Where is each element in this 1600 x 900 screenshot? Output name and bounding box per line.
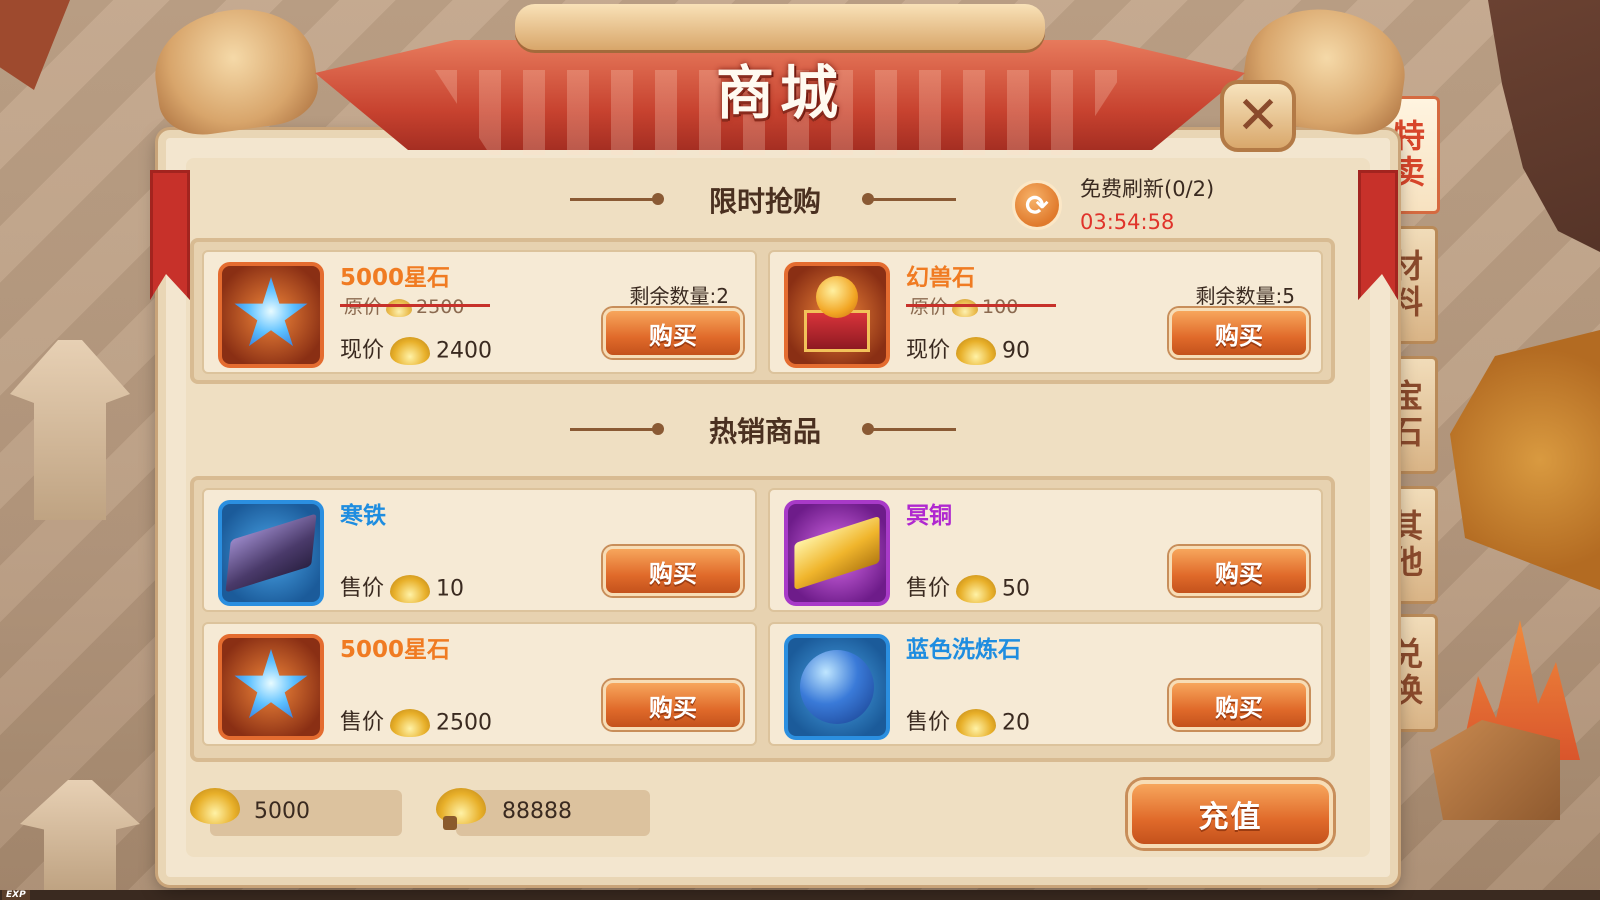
background-stone-lantern-2 [20,780,140,890]
buy-button[interactable]: 购买 [1169,546,1309,596]
refresh-icon[interactable]: ⟳ [1012,180,1062,230]
original-price-label: 原价 [910,296,949,318]
flash-sale-card: 5000星石 原价 2500 现价 2400 剩余数量:2 购买 [202,250,757,374]
blue-refine-stone-icon [800,650,874,724]
item-name: 幻兽石 [906,265,975,291]
gold-ingot-icon [390,337,431,365]
item-name: 寒铁 [340,503,386,529]
current-price-label: 现价 [906,338,951,363]
flash-sale-card: 幻兽石 原价 100 现价 90 剩余数量:5 购买 [768,250,1323,374]
beast-stone-icon [798,276,876,354]
current-price-value: 2400 [436,338,493,364]
sale-price-label: 售价 [340,576,385,601]
close-icon: ✕ [1236,86,1280,146]
sale-price-label: 售价 [906,710,951,735]
item-name: 蓝色洗炼石 [906,637,1021,663]
gold-ingot-icon [956,337,997,365]
sale-price-value: 20 [1002,710,1031,736]
remaining-count: 剩余数量:5 [1195,284,1295,308]
current-price-label: 现价 [340,338,385,363]
gold-ingot-icon [956,709,997,737]
strikethrough-line [906,304,1056,307]
buy-button[interactable]: 购买 [1169,680,1309,730]
item-name: 5000星石 [340,265,451,291]
gold-ingot-icon [956,575,997,603]
heading-ornament-right [862,193,956,205]
item-icon-frame [784,262,890,368]
hot-item-card: 冥铜 售价 50 购买 [768,488,1323,612]
exp-label: EXP [2,890,30,900]
strikethrough-line [340,304,490,307]
hot-item-card: 5000星石 售价 2500 购买 [202,622,757,746]
gold-ingot-icon [952,298,979,317]
item-icon-frame [218,500,324,606]
buy-button[interactable]: 购买 [603,546,743,596]
sale-price-value: 2500 [436,710,493,736]
nether-copper-icon [794,515,880,591]
current-price-value: 90 [1002,338,1031,364]
item-name: 冥铜 [906,503,952,529]
gold-ingot-icon [390,709,431,737]
item-icon-frame [784,500,890,606]
original-price-value: 100 [982,296,1019,318]
bound-gold-balance: 88888 [502,799,572,824]
gold-ingot-icon [190,788,240,824]
sale-price: 售价 20 [906,704,1030,737]
buy-button[interactable]: 购买 [1169,308,1309,358]
current-price: 现价 2400 [340,332,492,365]
hot-item-card: 蓝色洗炼石 售价 20 购买 [768,622,1323,746]
cold-iron-icon [225,513,317,593]
hot-item-card: 寒铁 售价 10 购买 [202,488,757,612]
background-roof [0,0,70,90]
free-refresh-label: 免费刷新(0/2) [1080,177,1215,201]
background-crates [1430,720,1560,820]
close-button[interactable]: ✕ [1220,80,1296,152]
buy-button[interactable]: 购买 [603,680,743,730]
item-icon-frame [218,634,324,740]
recharge-button[interactable]: 充值 [1128,780,1333,848]
refresh-timer: 03:54:58 [1080,210,1175,234]
original-price-label: 原价 [344,296,383,318]
heading-ornament-right [862,423,956,435]
item-name: 5000星石 [340,637,451,663]
item-icon-frame [784,634,890,740]
flash-sale-group: 5000星石 原价 2500 现价 2400 剩余数量:2 购买 幻兽石 原价 100… [190,238,1335,384]
header-beam [515,4,1045,50]
gold-ingot-icon [390,575,431,603]
remaining-count: 剩余数量:2 [629,284,729,308]
buy-button[interactable]: 购买 [603,308,743,358]
sale-price-label: 售价 [906,576,951,601]
sale-price-label: 售价 [340,710,385,735]
page-title: 商城 [715,59,844,127]
hot-items-group: 寒铁 售价 10 购买 冥铜 售价 50 购买 5000星石 售价 2500 购买 蓝… [190,476,1335,762]
star-stone-icon [234,277,308,347]
current-price: 现价 90 [906,332,1030,365]
sale-price-value: 10 [436,576,465,602]
gold-ingot-icon [386,298,413,317]
lock-icon [443,816,457,830]
exp-bar [0,890,1600,900]
gold-balance: 5000 [254,799,310,824]
item-icon-frame [218,262,324,368]
star-stone-icon [234,649,308,719]
sale-price: 售价 10 [340,570,464,603]
sale-price-value: 50 [1002,576,1031,602]
shop-header: 商城 [147,0,1413,165]
original-price-value: 2500 [416,296,465,318]
sale-price: 售价 50 [906,570,1030,603]
sale-price: 售价 2500 [340,704,492,737]
background-stone-lantern [10,340,130,520]
background-foliage [1450,330,1600,590]
